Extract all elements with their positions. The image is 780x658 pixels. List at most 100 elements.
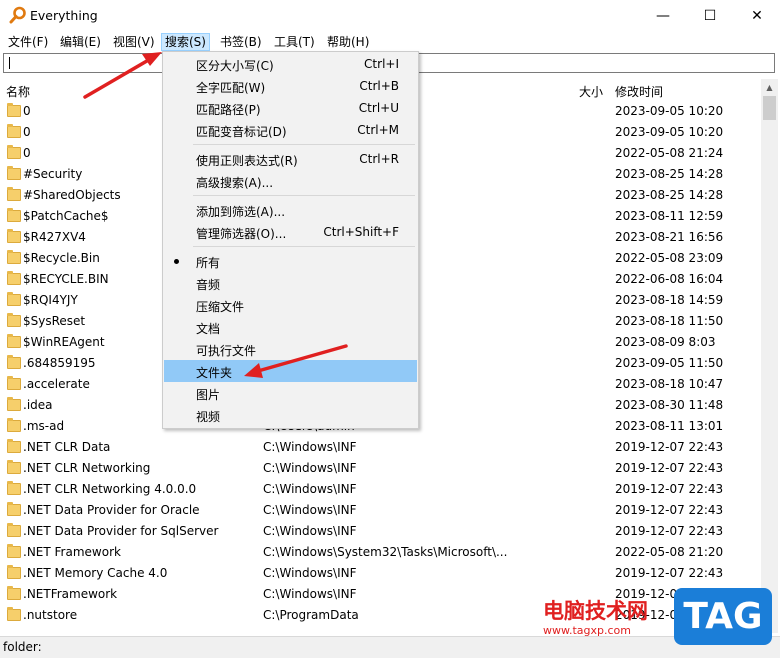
column-name[interactable]: 名称	[6, 83, 30, 100]
menu-item[interactable]: 可执行文件	[164, 338, 417, 360]
menu-item-shortcut: Ctrl+U	[358, 101, 399, 115]
row-date: 2023-08-25 14:28	[615, 167, 724, 181]
title-bar: Everything — ☐ ✕	[0, 0, 780, 31]
row-date: 2022-06-08 16:04	[615, 272, 724, 286]
search-menu-dropdown: 区分大小写(C) Ctrl+I 全字匹配(W) Ctrl+B 匹配路径(P) Ctrl+U…	[162, 51, 419, 429]
folder-icon	[7, 376, 21, 390]
menu-item-shortcut: Ctrl+Shift+F	[323, 225, 399, 239]
maximize-button[interactable]: ☐	[687, 0, 733, 31]
folder-icon	[7, 229, 21, 243]
menu-item[interactable]: 音频	[164, 272, 417, 294]
row-date: 2019-12-07 22:43	[615, 440, 724, 454]
menu-item-label: 文档	[196, 322, 221, 336]
menu-tools[interactable]: 工具(T)	[271, 33, 318, 51]
row-path: C:\Windows\INF	[263, 482, 357, 496]
menu-item[interactable]: 添加到筛选(A)...	[164, 199, 417, 221]
row-name: .NETFramework	[23, 587, 118, 601]
folder-icon	[7, 586, 21, 600]
row-name: .NET Data Provider for Oracle	[23, 503, 200, 517]
row-name: .NET CLR Networking 4.0.0.0	[23, 482, 197, 496]
folder-icon	[7, 460, 21, 474]
menu-item[interactable]: 匹配变音标记(D) Ctrl+M	[164, 119, 417, 141]
menu-item-label: 图片	[196, 388, 221, 402]
menu-item-label: 匹配变音标记(D)	[196, 125, 287, 139]
folder-icon	[7, 250, 21, 264]
row-date: 2022-05-08 21:20	[615, 545, 724, 559]
folder-icon	[7, 523, 21, 537]
menu-item-label: 文件夹	[196, 366, 233, 380]
row-path: C:\Windows\INF	[263, 440, 357, 454]
column-size[interactable]: 大小	[579, 83, 603, 100]
row-date: 2019-12-07 22:43	[615, 461, 724, 475]
row-date: 2023-08-21 16:56	[615, 230, 724, 244]
row-date: 2019-12-07 22:43	[615, 566, 724, 580]
row-path: C:\Windows\INF	[263, 587, 357, 601]
row-date: 2023-08-11 13:01	[615, 419, 724, 433]
folder-icon	[7, 355, 21, 369]
row-name: .NET CLR Networking	[23, 461, 151, 475]
column-modified[interactable]: 修改时间	[615, 83, 663, 100]
table-row[interactable]: .NET Data Provider for SqlServer C:\Windo…	[0, 521, 760, 542]
menu-item[interactable]: 管理筛选器(O)... Ctrl+Shift+F	[164, 221, 417, 243]
menu-item[interactable]: 区分大小写(C) Ctrl+I	[164, 53, 417, 75]
close-icon: ✕	[751, 7, 763, 24]
menu-item[interactable]: 全字匹配(W) Ctrl+B	[164, 75, 417, 97]
menu-separator	[193, 246, 415, 247]
scroll-thumb[interactable]	[763, 96, 776, 120]
menu-item[interactable]: 文档	[164, 316, 417, 338]
scroll-up-icon[interactable]: ▲	[761, 79, 778, 96]
row-date: 2023-09-05 10:20	[615, 104, 724, 118]
menu-item-shortcut: Ctrl+I	[364, 57, 399, 71]
table-row[interactable]: .NET CLR Networking C:\Windows\INF 2019-12…	[0, 458, 760, 479]
magnifier-app-icon	[9, 6, 26, 24]
row-date: 2019-12-07 22:43	[615, 524, 724, 538]
row-name: .nutstore	[23, 608, 78, 622]
close-button[interactable]: ✕	[734, 0, 780, 31]
menu-bookmarks[interactable]: 书签(B)	[217, 33, 265, 51]
table-row[interactable]: .NET CLR Data C:\Windows\INF 2019-12-07 22…	[0, 437, 760, 458]
menu-item[interactable]: 文件夹	[164, 360, 417, 382]
menu-item[interactable]: 所有	[164, 250, 417, 272]
folder-icon	[7, 565, 21, 579]
table-row[interactable]: .NET Data Provider for Oracle C:\Windows\…	[0, 500, 760, 521]
folder-icon	[7, 334, 21, 348]
table-row[interactable]: .NET Memory Cache 4.0 C:\Windows\INF 2019-…	[0, 563, 760, 584]
minimize-icon: —	[656, 7, 670, 24]
menu-separator	[193, 195, 415, 196]
menu-item-label: 压缩文件	[196, 300, 245, 314]
vertical-scrollbar[interactable]: ▲	[761, 79, 778, 633]
menu-item[interactable]: 高级搜索(A)...	[164, 170, 417, 192]
row-name: .NET CLR Data	[23, 440, 111, 454]
menu-help[interactable]: 帮助(H)	[324, 33, 372, 51]
folder-icon	[7, 544, 21, 558]
table-row[interactable]: .NET Framework C:\Windows\System32\Tasks\…	[0, 542, 760, 563]
row-path: C:\Windows\INF	[263, 503, 357, 517]
folder-icon	[7, 187, 21, 201]
folder-icon	[7, 313, 21, 327]
folder-icon	[7, 124, 21, 138]
row-path: C:\ProgramData	[263, 608, 359, 622]
menu-item[interactable]: 压缩文件	[164, 294, 417, 316]
table-row[interactable]	[0, 626, 760, 633]
table-row[interactable]: .NET CLR Networking 4.0.0.0 C:\Windows\IN…	[0, 479, 760, 500]
row-date: 2023-09-05 10:20	[615, 125, 724, 139]
menu-bar: 文件(F) 编辑(E) 视图(V) 搜索(S) 书签(B) 工具(T) 帮助(H…	[0, 31, 780, 51]
menu-file[interactable]: 文件(F)	[5, 33, 51, 51]
menu-item-label: 高级搜索(A)...	[196, 176, 274, 190]
row-date: 2023-08-18 10:47	[615, 377, 724, 391]
folder-icon	[7, 502, 21, 516]
minimize-button[interactable]: —	[640, 0, 686, 31]
row-date: 2023-08-18 11:50	[615, 314, 724, 328]
menu-item[interactable]: 视频	[164, 404, 417, 426]
menu-item[interactable]: 匹配路径(P) Ctrl+U	[164, 97, 417, 119]
menu-item[interactable]: 使用正则表达式(R) Ctrl+R	[164, 148, 417, 170]
menu-edit[interactable]: 编辑(E)	[57, 33, 104, 51]
row-date: 2023-08-18 14:59	[615, 293, 724, 307]
menu-search[interactable]: 搜索(S)	[161, 33, 210, 51]
menu-item[interactable]: 图片	[164, 382, 417, 404]
folder-icon	[7, 145, 21, 159]
menu-separator	[193, 144, 415, 145]
menu-item-shortcut: Ctrl+R	[359, 152, 399, 166]
menu-view[interactable]: 视图(V)	[110, 33, 158, 51]
watermark-site: 电脑技术网	[543, 599, 648, 623]
